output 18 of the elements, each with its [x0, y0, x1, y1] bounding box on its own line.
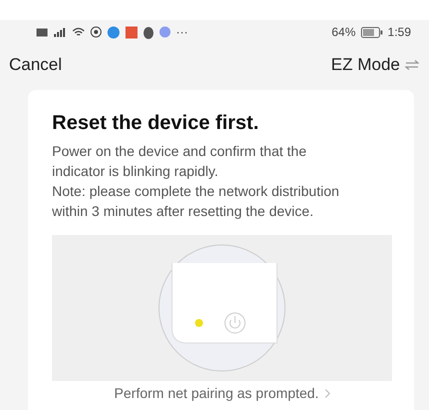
app-icon [159, 26, 171, 38]
chevron-right-icon [324, 389, 330, 398]
signal-icon [53, 27, 67, 37]
card-title: Reset the device first. [52, 112, 260, 135]
swap-icon [405, 60, 419, 70]
overflow-indicator: ··· [176, 25, 188, 39]
wifi-icon [72, 27, 85, 37]
eye-icon [90, 26, 102, 38]
clock: 1:59 [388, 25, 411, 39]
app-icon [125, 26, 138, 38]
battery-icon [360, 26, 383, 38]
pairing-link[interactable]: Perform net pairing as prompted. [114, 385, 330, 401]
app-icon [107, 26, 120, 38]
battery-percent: 64% [332, 25, 356, 39]
cancel-button[interactable]: Cancel [9, 55, 62, 75]
instruction-text: Note: please complete the network distribution within 3 minutes after resetting the device. [52, 182, 340, 221]
instruction-text: Power on the device and confirm that the indicator is blinking rapidly. [52, 142, 308, 181]
mode-switch-button[interactable]: EZ Mode [331, 55, 419, 75]
